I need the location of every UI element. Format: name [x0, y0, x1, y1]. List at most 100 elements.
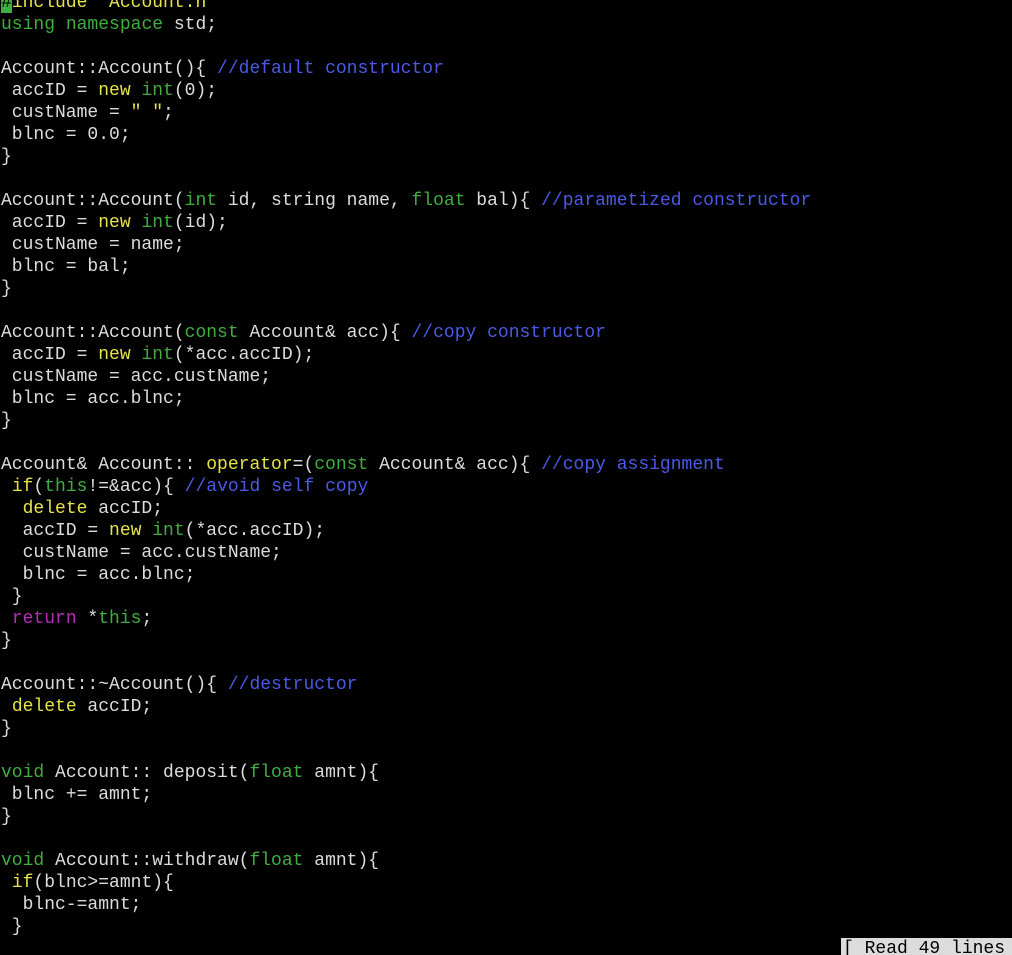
- code-line[interactable]: if(this!=&acc){ //avoid self copy: [1, 476, 811, 498]
- code-line[interactable]: custName = acc.custName;: [1, 542, 811, 564]
- code-keyword: new: [98, 345, 131, 365]
- code-line[interactable]: Account::Account(int id, string name, fl…: [1, 190, 811, 212]
- code-line[interactable]: }: [1, 916, 811, 938]
- code-line[interactable]: [1, 652, 811, 674]
- code-text: Account::Account(: [1, 323, 185, 343]
- code-text: blnc += amnt;: [1, 785, 153, 805]
- code-type: int: [141, 81, 174, 101]
- code-text: blnc = acc.blnc;: [1, 565, 196, 585]
- code-line[interactable]: }: [1, 806, 811, 828]
- code-text: bal){: [465, 191, 542, 211]
- code-text: (*acc.accID);: [173, 345, 315, 365]
- code-text: }: [1, 147, 12, 167]
- code-line[interactable]: Account::Account(){ //default constructo…: [1, 58, 811, 80]
- code-text: *: [76, 609, 99, 629]
- code-line[interactable]: if(blnc>=amnt){: [1, 872, 811, 894]
- code-line[interactable]: Account::Account(const Account& acc){ //…: [1, 322, 811, 344]
- editor-window[interactable]: #include "Account.h" using namespace std;…: [0, 0, 1012, 955]
- code-keyword: if: [11, 873, 34, 893]
- code-line[interactable]: accID = new int(*acc.accID);: [1, 520, 811, 542]
- code-text: accID =: [1, 345, 99, 365]
- code-text: accID;: [87, 499, 164, 519]
- code-line[interactable]: accID = new int(0);: [1, 80, 811, 102]
- code-line[interactable]: custName = " ";: [1, 102, 811, 124]
- code-text: =(: [292, 455, 315, 475]
- code-text: amnt){: [303, 763, 380, 783]
- code-text: (blnc>=amnt){: [33, 873, 174, 893]
- code-keyword: operator: [206, 455, 293, 475]
- code-line[interactable]: blnc = 0.0;: [1, 124, 811, 146]
- code-text: custName = acc.custName;: [1, 543, 282, 563]
- code-text: custName = acc.custName;: [1, 367, 272, 387]
- code-line[interactable]: delete accID;: [1, 696, 811, 718]
- code-line[interactable]: blnc = acc.blnc;: [1, 564, 811, 586]
- code-text: Account& acc){: [238, 323, 412, 343]
- code-line[interactable]: accID = new int(id);: [1, 212, 811, 234]
- code-line[interactable]: [1, 740, 811, 762]
- code-comment: //copy assignment: [541, 455, 725, 475]
- code-keyword: new: [98, 81, 131, 101]
- code-line[interactable]: accID = new int(*acc.accID);: [1, 344, 811, 366]
- code-line[interactable]: }: [1, 146, 811, 168]
- code-keyword: if: [11, 477, 34, 497]
- code-keyword: delete: [22, 499, 88, 519]
- code-line[interactable]: blnc = acc.blnc;: [1, 388, 811, 410]
- code-keyword: new: [98, 213, 131, 233]
- code-text: Account::Account(){: [1, 59, 218, 79]
- code-line[interactable]: [1, 432, 811, 454]
- code-text: Account::withdraw(: [44, 851, 250, 871]
- code-string: "Account.h": [98, 0, 218, 13]
- code-line[interactable]: [1, 168, 811, 190]
- code-text: (: [33, 477, 45, 497]
- code-type: using: [1, 15, 56, 35]
- code-line[interactable]: void Account::withdraw(float amnt){: [1, 850, 811, 872]
- code-line[interactable]: blnc = bal;: [1, 256, 811, 278]
- code-line[interactable]: delete accID;: [1, 498, 811, 520]
- code-area[interactable]: #include "Account.h" using namespace std;…: [1, 0, 811, 938]
- code-line[interactable]: using namespace std;: [1, 14, 811, 36]
- code-line[interactable]: }: [1, 586, 811, 608]
- code-text: custName = name;: [1, 235, 185, 255]
- code-text: }: [1, 279, 12, 299]
- code-line[interactable]: #include "Account.h": [1, 0, 811, 14]
- code-line[interactable]: }: [1, 410, 811, 432]
- code-text: Account::Account(: [1, 191, 185, 211]
- code-line[interactable]: custName = name;: [1, 234, 811, 256]
- code-type: void: [1, 763, 45, 783]
- code-text: accID =: [1, 521, 110, 541]
- code-text: accID =: [1, 81, 99, 101]
- code-comment: //parametized constructor: [541, 191, 812, 211]
- code-text: (0);: [173, 81, 218, 101]
- code-line[interactable]: }: [1, 630, 811, 652]
- code-line[interactable]: [1, 300, 811, 322]
- code-text: }: [1, 807, 12, 827]
- code-type: const: [314, 455, 369, 475]
- code-text: }: [1, 719, 12, 739]
- code-line[interactable]: return *this;: [1, 608, 811, 630]
- code-string: " ": [130, 103, 164, 123]
- code-text: blnc = bal;: [1, 257, 131, 277]
- code-type: namespace: [65, 15, 164, 35]
- code-line[interactable]: blnc += amnt;: [1, 784, 811, 806]
- code-line[interactable]: [1, 36, 811, 58]
- code-line[interactable]: blnc-=amnt;: [1, 894, 811, 916]
- code-text: accID =: [1, 213, 99, 233]
- text-cursor: #: [1, 0, 12, 13]
- code-line[interactable]: }: [1, 278, 811, 300]
- status-message: [ Read 49 lines ]: [841, 938, 1012, 955]
- code-line[interactable]: void Account:: deposit(float amnt){: [1, 762, 811, 784]
- code-type: this: [44, 477, 88, 497]
- code-line[interactable]: Account::~Account(){ //destructor: [1, 674, 811, 696]
- code-type: int: [152, 521, 185, 541]
- code-line[interactable]: custName = acc.custName;: [1, 366, 811, 388]
- code-line[interactable]: }: [1, 718, 811, 740]
- code-line[interactable]: Account& Account:: operator=(const Accou…: [1, 454, 811, 476]
- code-line[interactable]: [1, 828, 811, 850]
- code-text: }: [1, 587, 23, 607]
- code-comment: //destructor: [227, 675, 358, 695]
- code-keyword: delete: [11, 697, 77, 717]
